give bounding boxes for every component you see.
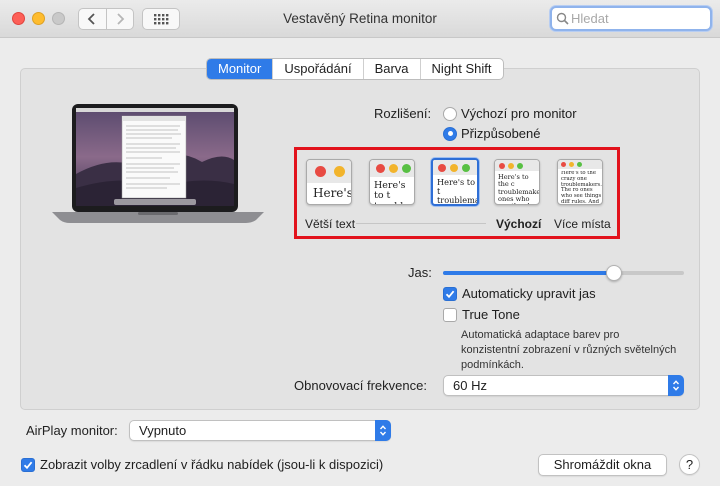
help-button[interactable]: ? <box>679 454 700 475</box>
window-title: Vestavěný Retina monitor <box>283 11 437 26</box>
refresh-rate-label: Obnovovací frekvence: <box>294 378 427 393</box>
checkmark-icon <box>445 290 455 298</box>
close-window-button[interactable] <box>12 12 25 25</box>
true-tone-description: Automatická adaptace barev pro konzisten… <box>461 329 677 371</box>
resolution-default-option[interactable]: Výchozí pro monitor <box>443 106 577 121</box>
search-icon <box>556 12 569 25</box>
resolution-label: Rozlišení: <box>374 106 432 121</box>
scale-more-space-label: Více místa <box>554 217 611 231</box>
zoom-window-button[interactable] <box>52 12 65 25</box>
laptop-illustration <box>52 104 264 223</box>
search-input[interactable] <box>571 11 701 26</box>
radio-button[interactable] <box>443 106 457 121</box>
mirror-options-label: Zobrazit volby zrcadlení v řádku nabídek… <box>40 457 384 472</box>
scale-larger-text-label: Větší text <box>305 217 356 231</box>
airplay-label: AirPlay monitor: <box>26 423 118 438</box>
auto-brightness-label: Automaticky upravit jas <box>462 286 596 301</box>
resolution-default-label: Výchozí pro monitor <box>461 106 577 121</box>
scale-option-1[interactable]: Here's <box>306 159 352 205</box>
refresh-rate-popup[interactable]: 60 Hz <box>443 375 684 396</box>
scale-preview-text: Here's to the c troublemakers. ones who … <box>498 174 540 204</box>
airplay-value: Vypnuto <box>139 423 187 438</box>
scale-option-5[interactable]: Here's to the crazy one troublemakers. T… <box>557 159 603 205</box>
scale-option-3-selected[interactable]: Here's to t troublema ones who se <box>431 158 479 206</box>
scale-divider-line <box>356 223 486 224</box>
scale-option-2[interactable]: Here's to t troublem <box>369 159 415 205</box>
scale-option-4[interactable]: Here's to the c troublemakers. ones who … <box>494 159 540 205</box>
resolution-scaled-option[interactable]: Přizpůsobené <box>443 126 541 141</box>
scale-preview-text: Here's to the crazy one troublemakers. T… <box>561 171 602 205</box>
tab-arrangement[interactable]: Uspořádání <box>272 59 362 79</box>
popup-arrows-icon <box>668 375 684 396</box>
title-bar: Vestavěný Retina monitor <box>0 0 720 38</box>
forward-button[interactable] <box>105 9 134 29</box>
brightness-slider[interactable] <box>443 271 684 275</box>
auto-brightness-checkbox[interactable] <box>443 286 457 301</box>
radio-button-selected[interactable] <box>443 126 457 141</box>
checkmark-icon <box>23 461 33 469</box>
tab-monitor[interactable]: Monitor <box>207 59 273 79</box>
scale-preview-text: Here's <box>313 187 351 200</box>
refresh-rate-value: 60 Hz <box>453 378 487 393</box>
true-tone-option[interactable]: True Tone <box>443 307 520 322</box>
brightness-slider-fill <box>443 271 615 275</box>
mirror-options-option[interactable]: Zobrazit volby zrcadlení v řádku nabídek… <box>21 457 383 472</box>
grid-icon <box>154 14 169 25</box>
airplay-popup[interactable]: Vypnuto <box>129 420 391 441</box>
minimize-window-button[interactable] <box>32 12 45 25</box>
popup-arrows-icon <box>375 420 391 441</box>
show-all-button[interactable] <box>142 8 180 30</box>
navigation-buttons <box>78 8 134 30</box>
tab-color[interactable]: Barva <box>362 59 420 79</box>
brightness-slider-knob[interactable] <box>606 265 623 281</box>
brightness-label: Jas: <box>408 265 432 280</box>
tab-night-shift[interactable]: Night Shift <box>419 59 503 79</box>
scale-default-label: Výchozí <box>496 217 542 231</box>
true-tone-label: True Tone <box>462 307 520 322</box>
true-tone-checkbox[interactable] <box>443 307 457 322</box>
resolution-scaled-label: Přizpůsobené <box>461 126 541 141</box>
auto-brightness-option[interactable]: Automaticky upravit jas <box>443 286 596 301</box>
back-button[interactable] <box>79 9 106 29</box>
chevron-right-icon <box>117 13 125 25</box>
search-field[interactable] <box>550 6 712 31</box>
tab-bar: Monitor Uspořádání Barva Night Shift <box>206 58 504 80</box>
mirror-options-checkbox[interactable] <box>21 457 35 472</box>
gather-windows-button[interactable]: Shromáždit okna <box>538 454 667 476</box>
scale-preview-text: Here's to t troublema ones who se <box>437 178 477 206</box>
scale-preview-text: Here's to t troublem <box>374 181 414 204</box>
chevron-left-icon <box>87 13 95 25</box>
